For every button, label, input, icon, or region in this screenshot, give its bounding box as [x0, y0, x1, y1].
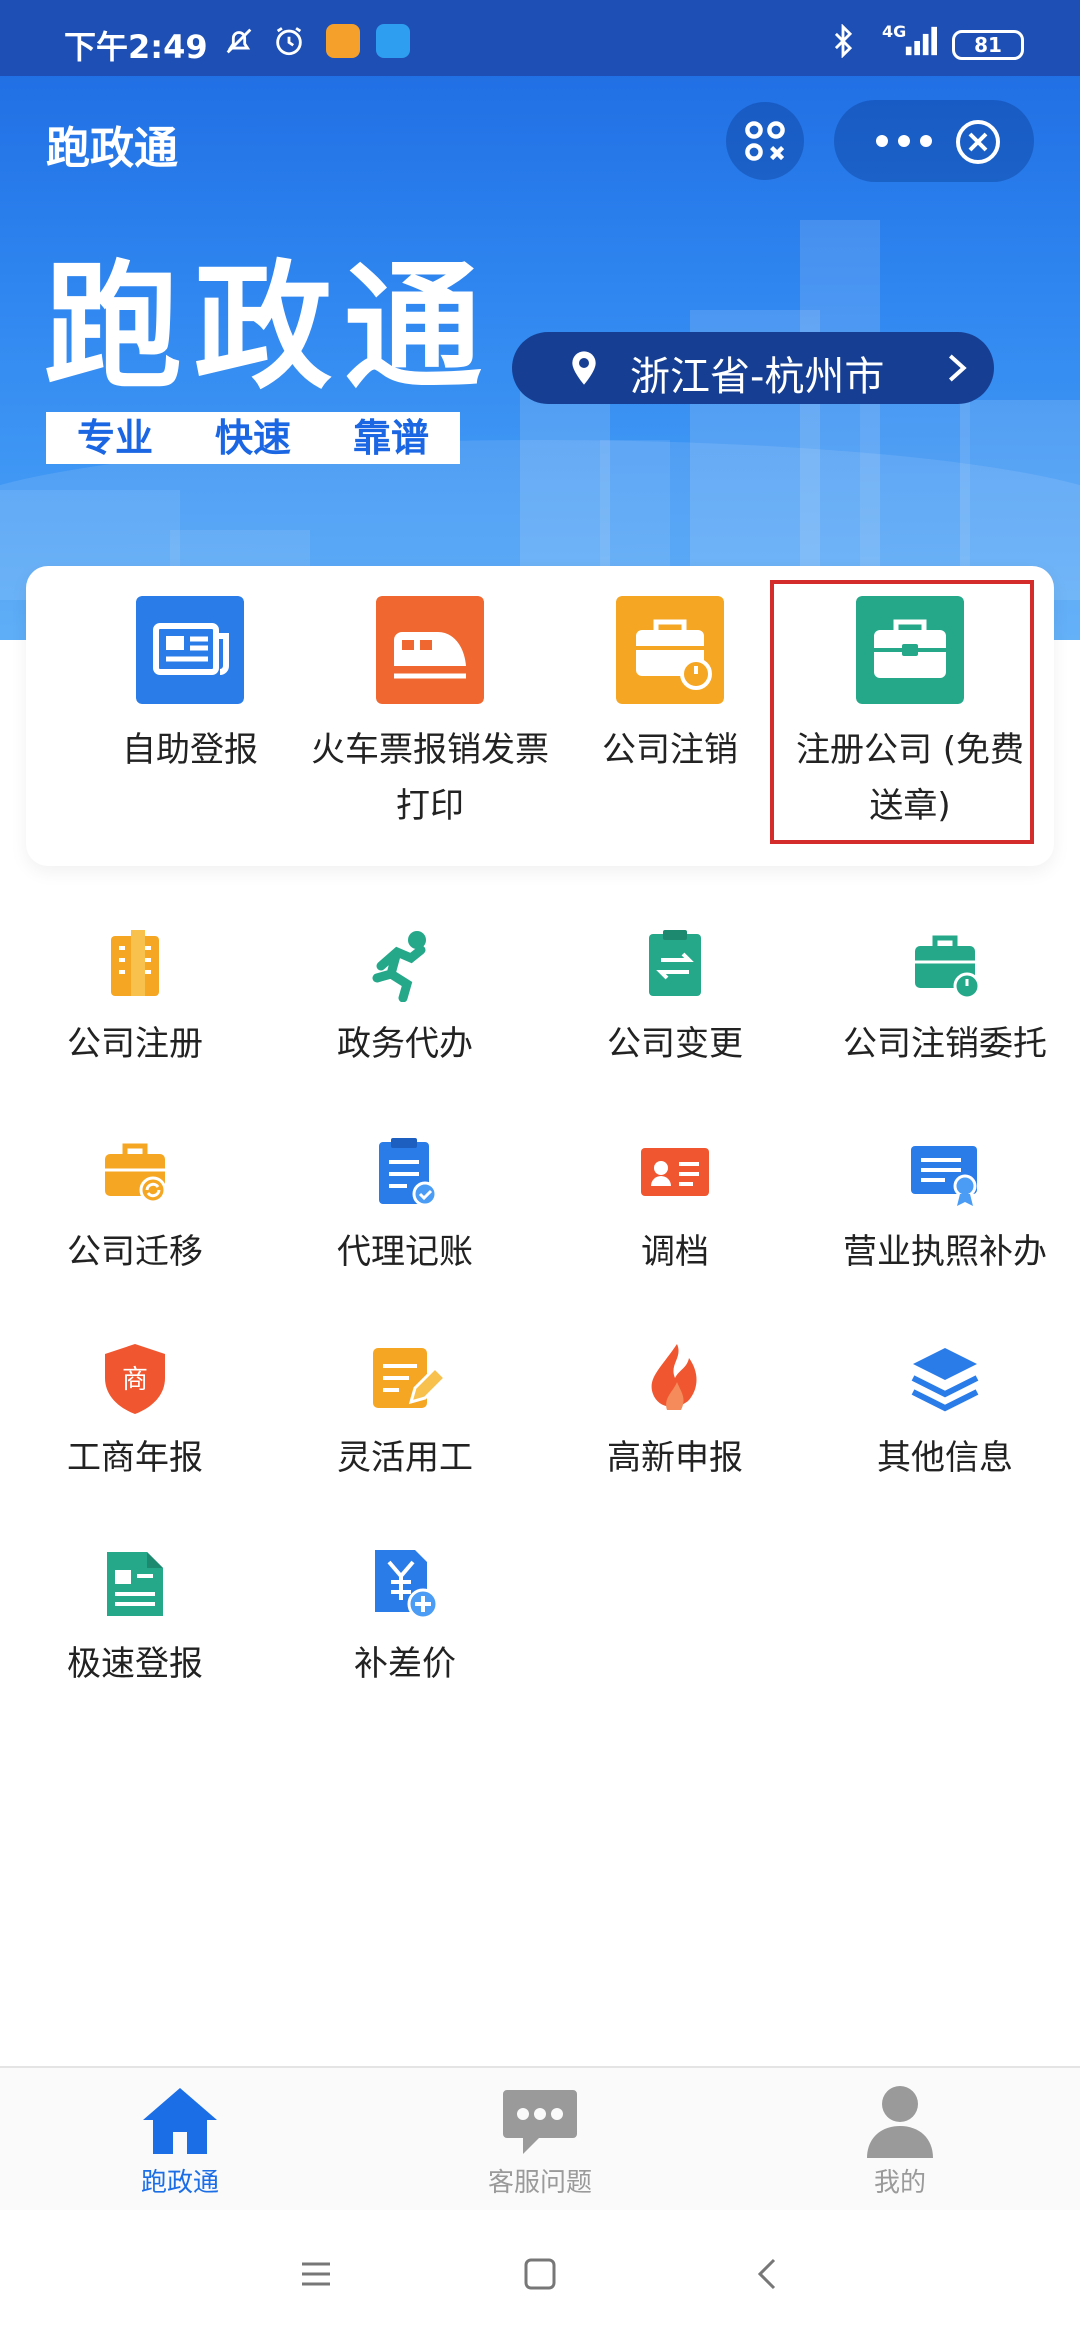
feature-company-deregister[interactable]: 公司注销: [550, 596, 790, 778]
service-other-info[interactable]: 其他信息: [810, 1340, 1080, 1479]
service-label: 公司变更: [607, 1024, 743, 1064]
edit-note-icon: [373, 1348, 443, 1408]
id-card-icon: [641, 1148, 709, 1196]
briefcase-refresh-icon: [105, 1143, 167, 1204]
service-archive-retrieval[interactable]: 调档: [540, 1134, 810, 1273]
svg-text:商: 商: [122, 1365, 148, 1395]
home-square-icon[interactable]: [520, 2254, 560, 2294]
feature-register-company[interactable]: 注册公司 (免费送章): [790, 596, 1030, 834]
service-bookkeeping[interactable]: 代理记账: [270, 1134, 540, 1273]
battery-icon: 81: [952, 30, 1024, 60]
mute-icon: [226, 28, 252, 54]
qr-scan-button[interactable]: [726, 102, 804, 180]
chat-bubble-icon: [503, 2090, 577, 2154]
more-icon[interactable]: [864, 120, 944, 162]
service-flexible-employment[interactable]: 灵活用工: [270, 1340, 540, 1479]
status-time: 下午2:49: [64, 28, 208, 66]
brand-tag: 专业: [46, 412, 184, 464]
service-label: 工商年报: [67, 1438, 203, 1478]
shield-badge-icon: 商: [105, 1344, 165, 1414]
home-icon: [143, 2088, 217, 2154]
tab-label: 客服问题: [487, 2168, 592, 2198]
feature-label: 火车票报销发票打印: [311, 730, 549, 826]
service-license-reissue[interactable]: 营业执照补办: [810, 1134, 1080, 1273]
close-icon[interactable]: [954, 118, 1002, 166]
tab-customer-service[interactable]: 客服问题: [440, 2082, 640, 2199]
service-company-register[interactable]: 公司注册: [0, 926, 270, 1065]
yen-add-icon: [375, 1550, 439, 1620]
location-pin-icon: [572, 351, 596, 385]
feature-train-ticket-invoice[interactable]: 火车票报销发票打印: [310, 596, 550, 834]
chevron-right-icon: [948, 354, 967, 382]
briefcase-icon: [856, 596, 964, 704]
newspaper-icon: [136, 596, 244, 704]
bluetooth-icon: [834, 24, 853, 58]
service-deregister-entrust[interactable]: 公司注销委托: [810, 926, 1080, 1065]
feature-label: 自助登报: [122, 730, 258, 770]
feature-label: 注册公司 (免费送章): [795, 730, 1025, 826]
tab-label: 我的: [873, 2168, 926, 2198]
briefcase-power-icon: [616, 596, 724, 704]
app-notification-icon: [376, 24, 410, 58]
document-icon: [107, 1552, 163, 1616]
runner-icon: [372, 931, 426, 1002]
location-selector[interactable]: 浙江省-杭州市: [512, 332, 994, 404]
feature-self-newspaper[interactable]: 自助登报: [70, 596, 310, 778]
service-label: 灵活用工: [337, 1438, 473, 1478]
service-label: 补差价: [354, 1644, 456, 1684]
briefcase-power-icon: [915, 935, 981, 1000]
mini-program-capsule: [834, 100, 1034, 182]
service-company-migrate[interactable]: 公司迁移: [0, 1134, 270, 1273]
system-navigation-bar: [0, 2210, 1080, 2340]
app-notification-icon: [326, 24, 360, 58]
layers-icon: [911, 1348, 979, 1412]
service-label: 高新申报: [607, 1438, 743, 1478]
service-company-change[interactable]: 公司变更: [540, 926, 810, 1065]
signal-icon: [905, 26, 937, 56]
service-label: 调档: [641, 1232, 709, 1272]
service-label: 其他信息: [877, 1438, 1013, 1478]
tab-profile[interactable]: 我的: [800, 2082, 1000, 2199]
clipboard-swap-icon: [649, 930, 701, 996]
service-label: 公司注销委托: [843, 1024, 1047, 1064]
service-price-difference[interactable]: 补差价: [270, 1546, 540, 1685]
alarm-icon: [276, 27, 302, 56]
service-high-tech-application[interactable]: 高新申报: [540, 1340, 810, 1479]
service-express-newspaper[interactable]: 极速登报: [0, 1546, 270, 1685]
building-icon: [111, 930, 159, 996]
brand-logo-text: 跑政通: [44, 245, 495, 408]
service-government-agent[interactable]: 政务代办: [270, 926, 540, 1065]
hero-banner: 下午2:49 4G 81 跑政通 跑政通 专业 快速 靠谱 浙江省-杭州市: [0, 0, 1080, 640]
clipboard-check-icon: [379, 1138, 438, 1207]
brand-tag: 快速: [184, 412, 322, 464]
service-annual-report[interactable]: 商 工商年报: [0, 1340, 270, 1479]
qr-scan-icon: [745, 121, 785, 161]
featured-services-card: 自助登报 火车票报销发票打印 公司注销 注册公司 (免费送章): [26, 566, 1054, 866]
train-icon: [376, 596, 484, 704]
feature-label: 公司注销: [602, 730, 738, 770]
service-label: 营业执照补办: [843, 1232, 1047, 1272]
tab-home[interactable]: 跑政通: [80, 2082, 280, 2199]
location-text: 浙江省-杭州市: [630, 354, 885, 400]
service-label: 公司注册: [67, 1024, 203, 1064]
brand-tag: 靠谱: [322, 412, 460, 464]
tab-label: 跑政通: [140, 2168, 219, 2198]
service-label: 政务代办: [337, 1024, 473, 1064]
service-label: 公司迁移: [67, 1232, 203, 1272]
flame-icon: [651, 1344, 697, 1410]
user-icon: [867, 2086, 933, 2158]
service-label: 极速登报: [67, 1644, 203, 1684]
certificate-icon: [911, 1146, 977, 1206]
menu-icon[interactable]: [296, 2254, 336, 2294]
back-icon[interactable]: [748, 2254, 788, 2294]
app-title: 跑政通: [46, 123, 178, 174]
service-label: 代理记账: [337, 1232, 473, 1272]
bottom-tab-bar: 跑政通 客服问题 我的: [0, 2066, 1080, 2210]
